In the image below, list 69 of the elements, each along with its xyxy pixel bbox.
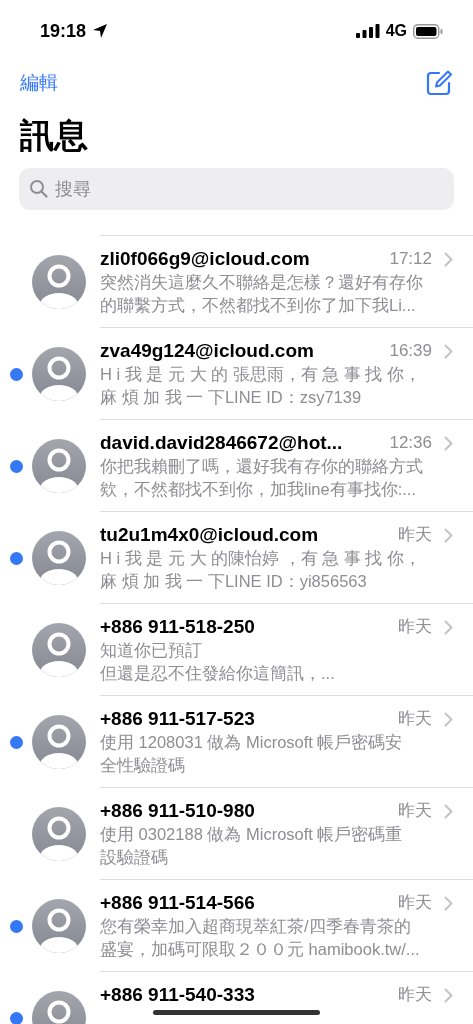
- message-preview: 盛宴，加碼可限取２００元 hamibook.tw/...: [100, 939, 421, 960]
- message-time: 昨天: [398, 984, 432, 1006]
- chevron-icon: [444, 619, 453, 635]
- chevron-icon: [444, 343, 453, 359]
- message-time: 昨天: [398, 708, 432, 730]
- message-preview: 的聯繫方式，不然都找不到你了加下我Li...: [100, 295, 417, 316]
- message-preview: 但還是忍不住發給你這簡訊，...: [100, 663, 336, 684]
- chevron-icon: [444, 711, 453, 727]
- conversation-row[interactable]: david.david2846672@hot... 12:36 你把我賴刪了嗎，還好我有存你的聯絡方式 欸，不然都找不到你，加我line有事找你:...: [100, 420, 473, 512]
- avatar-icon: [32, 715, 86, 769]
- avatar-icon: [32, 531, 86, 585]
- message-preview: 欸，不然都找不到你，加我line有事找你:...: [100, 479, 418, 500]
- message-preview: 你把我賴刪了嗎，還好我有存你的聯絡方式: [100, 456, 424, 477]
- edit-button[interactable]: 編輯: [20, 68, 58, 98]
- message-preview: 使用 1208031 做為 Microsoft 帳戶密碼安: [100, 732, 404, 753]
- avatar-icon: [32, 623, 86, 677]
- page-title: 訊息: [19, 115, 89, 156]
- message-time: 昨天: [398, 616, 432, 638]
- sender-name: zva49g124@icloud.com: [100, 339, 314, 363]
- sender-name: +886 911-514-566: [100, 891, 255, 915]
- message-preview: H i 我 是 元 大 的陳怡婷 ，有 急 事 找 你，: [100, 548, 422, 569]
- sender-name: zli0f066g9@icloud.com: [100, 247, 310, 271]
- message-preview: 知道你已預訂: [100, 640, 203, 661]
- chevron-icon: [444, 987, 453, 1003]
- message-preview: 突然消失這麼久不聯絡是怎樣？還好有存你: [100, 272, 424, 293]
- avatar-icon: [32, 807, 86, 861]
- conversation-row[interactable]: zli0f066g9@icloud.com 17:12 突然消失這麼久不聯絡是怎樣？還好有存你 的聯繫方式，不然都找不到你了加下我Li...: [100, 236, 473, 328]
- chevron-icon: [444, 803, 453, 819]
- message-time: 12:36: [389, 432, 432, 454]
- compose-icon[interactable]: [425, 69, 453, 97]
- chevron-icon: [444, 895, 453, 911]
- message-time: 16:39: [389, 340, 432, 362]
- avatar-icon: [32, 347, 86, 401]
- sender-name: +886 911-510-980: [100, 799, 255, 823]
- sender-name: tu2u1m4x0@icloud.com: [100, 523, 319, 547]
- message-preview: 麻 煩 加 我 一 下LINE ID：yi856563: [100, 571, 368, 592]
- conversation-row[interactable]: +886 911-514-566 昨天 您有榮幸加入超商現萃紅茶/四季春青茶的 盛宴，加碼可限取２００元 hamibook.tw/...: [100, 880, 473, 972]
- avatar-icon: [32, 899, 86, 953]
- conversation-row[interactable]: zva49g124@icloud.com 16:39 H i 我 是 元 大 的 張思雨，有 急 事 找 你， 麻 煩 加 我 一 下LINE ID：zsy7139: [100, 328, 473, 420]
- conversation-row[interactable]: +886 911-510-980 昨天 使用 0302188 做為 Microsoft 帳戶密碼重 設驗證碼: [100, 788, 473, 880]
- conversation-row[interactable]: +886 911-517-523 昨天 使用 1208031 做為 Microsoft 帳戶密碼安 全性驗證碼: [100, 696, 473, 788]
- search-field[interactable]: 搜尋: [19, 168, 454, 210]
- search-icon: [29, 179, 48, 198]
- message-time: 17:12: [389, 248, 432, 270]
- avatar-icon: [32, 255, 86, 309]
- conversation-row[interactable]: tu2u1m4x0@icloud.com 昨天 H i 我 是 元 大 的陳怡婷 ，有 急 事 找 你， 麻 煩 加 我 一 下LINE ID：yi856563: [100, 512, 473, 604]
- message-time: 昨天: [398, 800, 432, 822]
- sender-name: david.david2846672@hot...: [100, 431, 343, 455]
- chevron-icon: [444, 435, 453, 451]
- avatar-icon: [32, 439, 86, 493]
- sender-name: +886 911-518-250: [100, 615, 255, 639]
- message-time: 昨天: [398, 892, 432, 914]
- location-arrow-icon: [92, 23, 109, 39]
- chevron-icon: [444, 251, 453, 267]
- message-preview: 設驗證碼: [100, 847, 169, 868]
- sender-name: +886 911-517-523: [100, 707, 255, 731]
- message-time: 昨天: [398, 524, 432, 546]
- message-preview: H i 我 是 元 大 的 張思雨，有 急 事 找 你，: [100, 364, 422, 385]
- message-preview: 全性驗證碼: [100, 755, 186, 776]
- network-type: 4G: [385, 21, 407, 41]
- message-preview: 您有榮幸加入超商現萃紅茶/四季春青茶的: [100, 916, 412, 937]
- sender-name: +886 911-540-333: [100, 983, 255, 1007]
- signal-icon: [355, 24, 380, 38]
- message-preview: 麻 煩 加 我 一 下LINE ID：zsy7139: [100, 387, 363, 408]
- chevron-icon: [444, 527, 453, 543]
- battery-icon: [413, 23, 443, 39]
- status-time: 19:18: [40, 19, 87, 43]
- conversation-row[interactable]: +886 911-518-250 昨天 知道你已預訂 但還是忍不住發給你這簡訊，...: [100, 604, 473, 696]
- message-preview: 使用 0302188 做為 Microsoft 帳戶密碼重: [100, 824, 404, 845]
